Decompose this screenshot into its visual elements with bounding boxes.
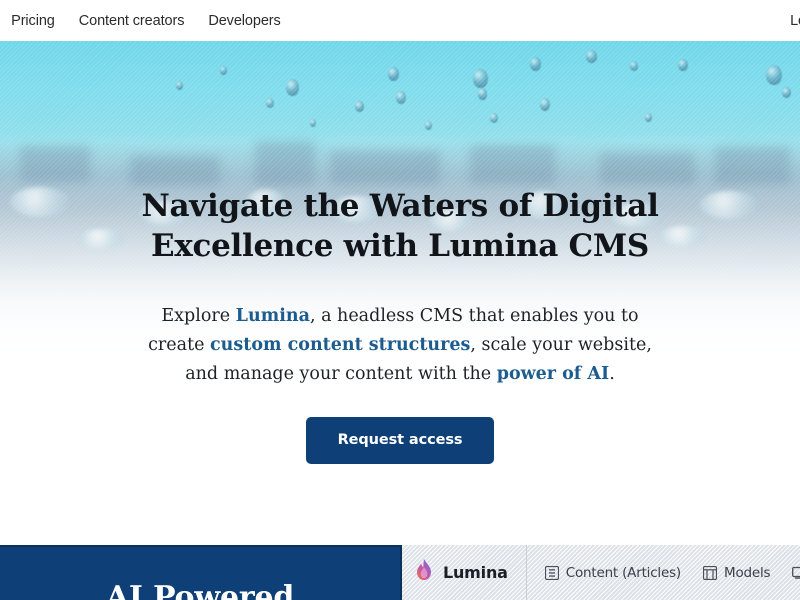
app-nav-items: Content (Articles) Models xyxy=(527,565,800,581)
app-toolbar: Lumina Content (Articles) Models xyxy=(400,545,800,600)
landing-page: es Pricing Content creators Developers L… xyxy=(0,0,800,600)
ai-powered-panel: AI Powered xyxy=(0,545,400,600)
content-articles-icon xyxy=(544,565,559,580)
request-access-button[interactable]: Request access xyxy=(305,417,495,464)
hero-section: Navigate the Waters of Digital Excellenc… xyxy=(0,41,800,545)
hero-title-line-1: Navigate the Waters of Digital xyxy=(141,188,659,224)
hero-title-line-2: Excellence with Lumina CMS xyxy=(151,228,649,264)
models-grid-icon xyxy=(703,565,717,580)
hero-link-custom-content-structures[interactable]: custom content structures xyxy=(210,335,470,355)
ai-powered-heading: AI Powered xyxy=(105,580,295,600)
hero-subtitle: Explore Lumina, a headless CMS that enab… xyxy=(145,266,655,389)
appnav-item-models-label: Models xyxy=(724,564,771,581)
app-brand-name: Lumina xyxy=(443,563,508,582)
hero-sub-text-4: . xyxy=(609,364,615,384)
cta-container: Request access xyxy=(0,389,800,464)
flame-logo-icon xyxy=(414,558,434,587)
top-nav-actions: Log xyxy=(790,13,800,29)
nav-item-content-creators[interactable]: Content creators xyxy=(79,13,185,29)
appnav-item-content[interactable]: Content (Articles) xyxy=(544,564,681,581)
appnav-item-models[interactable]: Models xyxy=(703,564,771,581)
app-brand[interactable]: Lumina xyxy=(414,545,527,600)
hero-sub-text-1: Explore xyxy=(161,306,236,326)
hero-link-power-of-ai[interactable]: power of AI xyxy=(497,364,609,384)
nav-item-developers[interactable]: Developers xyxy=(208,13,280,29)
top-navigation-bar: es Pricing Content creators Developers L… xyxy=(0,0,800,41)
hero-content: Navigate the Waters of Digital Excellenc… xyxy=(0,41,800,464)
top-nav-links: es Pricing Content creators Developers xyxy=(0,13,281,29)
appnav-item-content-label: Content (Articles) xyxy=(565,564,681,581)
nav-item-pricing[interactable]: Pricing xyxy=(11,13,55,29)
monitor-icon xyxy=(792,566,800,580)
bottom-section: AI Powered Lumina Content (Articles) Mod… xyxy=(0,545,800,600)
page-title: Navigate the Waters of Digital Excellenc… xyxy=(0,41,800,266)
appnav-item-clipped[interactable] xyxy=(792,566,800,580)
app-preview-panel: Lumina Content (Articles) Models xyxy=(400,545,800,600)
hero-link-lumina[interactable]: Lumina xyxy=(236,306,310,326)
login-link[interactable]: Log xyxy=(790,13,800,29)
